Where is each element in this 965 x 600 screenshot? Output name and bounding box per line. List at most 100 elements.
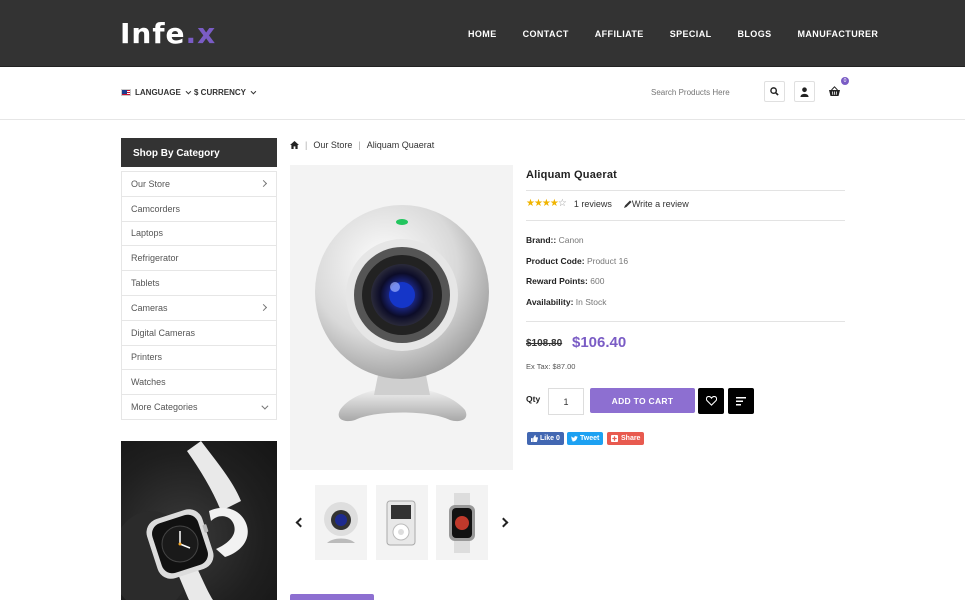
webcam-thumbnail-icon <box>324 501 358 543</box>
product-rating: ★★★★☆ 1 reviews Write a review <box>526 198 689 209</box>
account-button[interactable] <box>794 81 815 102</box>
category-heading: Shop By Category <box>121 138 277 167</box>
star-rating-icon: ★★★★☆ <box>526 198 567 209</box>
search-input[interactable] <box>651 85 751 99</box>
category-item-digital-cameras[interactable]: Digital Cameras <box>122 319 276 345</box>
category-item-cameras[interactable]: Cameras <box>122 294 276 320</box>
smartwatch-thumbnail-icon <box>449 492 475 553</box>
compare-icon <box>736 396 746 405</box>
currency-label: $ CURRENCY <box>194 88 247 97</box>
category-label: Our Store <box>131 178 171 189</box>
main-nav: HOME CONTACT AFFILIATE SPECIAL BLOGS MAN… <box>455 0 891 67</box>
category-item-camcorders[interactable]: Camcorders <box>122 195 276 221</box>
cart-button[interactable]: 0 <box>824 77 849 102</box>
product-main-image[interactable] <box>290 165 513 470</box>
category-item-watches[interactable]: Watches <box>122 369 276 394</box>
nav-affiliate[interactable]: AFFILIATE <box>595 29 644 39</box>
spec-availability: Availability: In Stock <box>526 296 607 307</box>
breadcrumb-our-store[interactable]: Our Store <box>313 140 352 150</box>
search-button[interactable] <box>764 81 785 102</box>
spec-product-code: Product Code: Product 16 <box>526 255 629 266</box>
breadcrumb-separator: | <box>305 140 308 150</box>
smartwatch-image <box>121 441 248 600</box>
divider <box>526 321 845 322</box>
nav-manufacturer[interactable]: MANUFACTURER <box>798 29 879 39</box>
nav-contact[interactable]: CONTACT <box>523 29 569 39</box>
category-label: Refrigerator <box>131 253 179 264</box>
category-label: Tablets <box>131 278 160 289</box>
category-item-laptops[interactable]: Laptops <box>122 220 276 246</box>
heart-icon <box>705 396 717 406</box>
thumbnail-ipod[interactable] <box>376 485 428 560</box>
cart-count-badge: 0 <box>841 77 849 85</box>
chevron-right-icon <box>259 304 268 312</box>
nav-blogs[interactable]: BLOGS <box>738 29 772 39</box>
product-specs: Brand:: Canon Product Code: Product 16 R… <box>526 235 628 317</box>
logo-text: Infe <box>120 17 186 50</box>
product-title: Aliquam Quaerat <box>526 169 618 181</box>
write-review-label: Write a review <box>631 198 689 209</box>
write-review-link[interactable]: Write a review <box>623 198 689 209</box>
chevron-right-icon <box>259 180 268 188</box>
category-label: More Categories <box>131 402 198 413</box>
chevron-down-icon <box>250 88 257 94</box>
new-price: $106.40 <box>572 334 627 351</box>
category-label: Laptops <box>131 228 164 239</box>
home-icon[interactable] <box>290 141 299 149</box>
chevron-down-icon <box>185 88 192 94</box>
facebook-like-button[interactable]: Like 0 <box>527 432 564 445</box>
like-label: Like 0 <box>540 435 560 442</box>
sidebar-banner-image[interactable] <box>121 441 277 600</box>
category-label: Camcorders <box>131 203 181 214</box>
category-item-our-store[interactable]: Our Store <box>122 171 276 196</box>
spec-reward-points: Reward Points: 600 <box>526 276 605 286</box>
top-header: Infe.x HOME CONTACT AFFILIATE SPECIAL BL… <box>0 0 965 67</box>
category-label: Cameras <box>131 302 168 313</box>
breadcrumb: | Our Store | Aliquam Quaerat <box>290 140 434 150</box>
search-icon <box>770 87 779 96</box>
brand-link[interactable]: Canon <box>559 235 584 245</box>
thumbnail-webcam[interactable] <box>315 485 367 560</box>
divider <box>526 220 845 221</box>
share-button[interactable]: Share <box>607 432 645 445</box>
nav-home[interactable]: HOME <box>468 29 497 39</box>
thumbs-up-icon <box>531 435 538 442</box>
nav-special[interactable]: SPECIAL <box>670 29 712 39</box>
category-list: Our Store Camcorders Laptops Refrigerato… <box>121 171 277 420</box>
uk-flag-icon <box>121 89 131 96</box>
add-to-cart-button[interactable]: ADD TO CART <box>590 388 695 413</box>
chevron-down-icon <box>261 402 269 410</box>
twitter-bird-icon <box>571 435 578 441</box>
category-item-printers[interactable]: Printers <box>122 344 276 370</box>
tweet-label: Tweet <box>580 435 600 442</box>
user-icon <box>800 86 809 97</box>
logo-suffix: .x <box>185 17 217 50</box>
wishlist-button[interactable] <box>698 388 724 414</box>
spec-brand: Brand:: Canon <box>526 235 584 245</box>
quantity-label: Qty <box>526 394 541 404</box>
language-label: LANGUAGE <box>135 88 181 97</box>
language-dropdown[interactable]: LANGUAGE <box>121 88 192 97</box>
old-price: $108.80 <box>526 338 563 349</box>
currency-dropdown[interactable]: $ CURRENCY <box>194 88 257 97</box>
pencil-icon <box>623 200 632 208</box>
category-item-refrigerator[interactable]: Refrigerator <box>122 245 276 270</box>
thumbnail-carousel <box>290 484 515 562</box>
description-tab-button[interactable] <box>290 594 374 600</box>
twitter-tweet-button[interactable]: Tweet <box>567 432 604 445</box>
chevron-right-icon[interactable] <box>498 517 509 528</box>
breadcrumb-current[interactable]: Aliquam Quaerat <box>367 140 435 150</box>
chevron-left-icon[interactable] <box>295 517 306 528</box>
quantity-input[interactable] <box>548 388 584 415</box>
reviews-link[interactable]: 1 reviews <box>574 199 612 209</box>
category-label: Watches <box>131 377 166 388</box>
category-item-more-categories[interactable]: More Categories <box>122 394 276 419</box>
category-item-tablets[interactable]: Tablets <box>122 270 276 295</box>
breadcrumb-separator: | <box>358 140 361 150</box>
thumbnail-smartwatch[interactable] <box>436 485 488 560</box>
share-label: Share <box>621 435 641 442</box>
logo[interactable]: Infe.x <box>120 17 216 50</box>
sub-header: LANGUAGE $ CURRENCY 0 <box>0 67 965 120</box>
compare-button[interactable] <box>728 388 754 414</box>
ex-tax-price: Ex Tax: $87.00 <box>526 362 576 371</box>
